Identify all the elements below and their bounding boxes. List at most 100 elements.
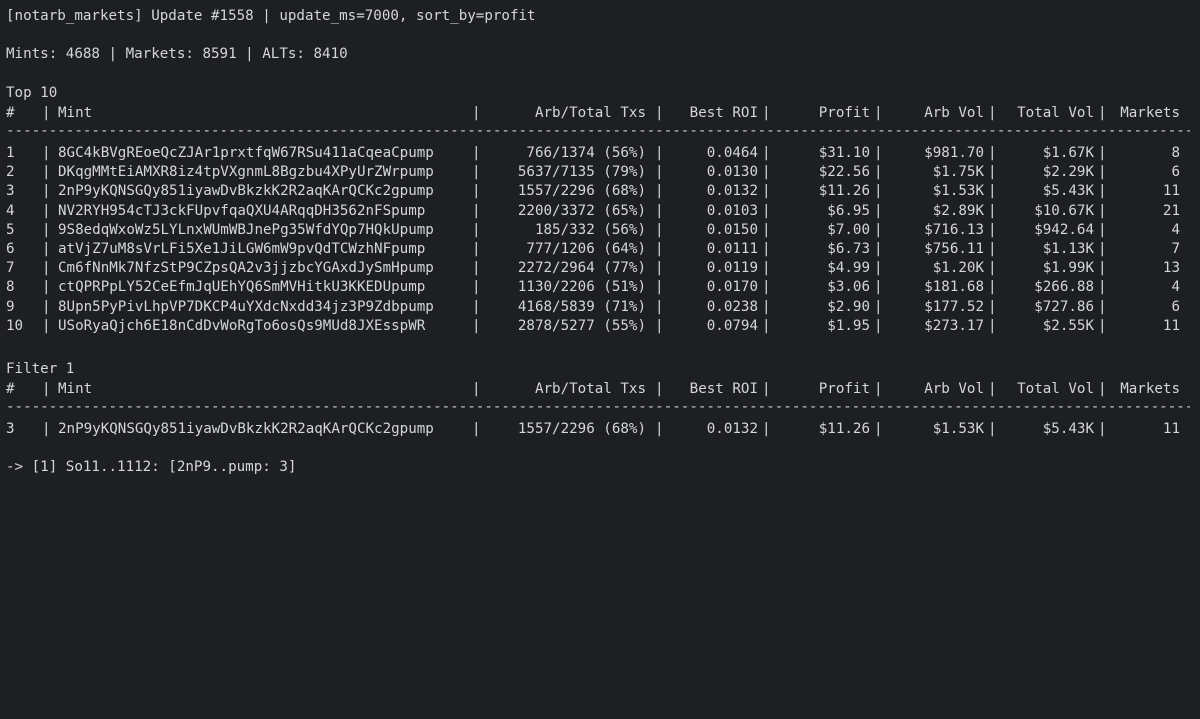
col-profit-header: Profit <box>818 105 870 121</box>
cell-arb-txs: 185/332 (56%) <box>534 221 646 238</box>
cell-mint: ctQPRPpLY52CeEfmJqUEhYQ6SmMVHitkU3KKEDUp… <box>58 279 426 296</box>
col-markets-header: Markets <box>1120 381 1180 397</box>
cell-rank: 8 <box>6 279 15 296</box>
col-divider: | <box>762 145 771 161</box>
cell-rank: 3 <box>6 183 15 200</box>
cell-mint: 2nP9yKQNSGQy851iyawDvBkzkK2R2aqKArQCKc2g… <box>58 183 434 200</box>
col-divider: | <box>472 202 481 219</box>
cell-profit: $1.95 <box>827 317 870 334</box>
col-divider: | <box>472 105 481 121</box>
col-divider: | <box>472 421 481 437</box>
cell-arb-vol: $177.52 <box>924 298 984 315</box>
col-divider: | <box>762 317 771 334</box>
cell-rank: 7 <box>6 260 15 277</box>
col-arb-txs-header: Arb/Total Txs <box>534 105 646 121</box>
cell-profit: $2.90 <box>827 298 870 315</box>
col-divider: | <box>988 298 997 315</box>
col-divider: | <box>1098 145 1107 161</box>
cell-mint: 8GC4kBVgREoeQcZJAr1prxtfqW67RSu411aCqeaC… <box>58 145 434 161</box>
col-divider: | <box>1098 381 1107 397</box>
table-row: 3 | 2nP9yKQNSGQy851iyawDvBkzkK2R2aqKArQCKc… <box>0 181 1200 201</box>
cell-markets: 8 <box>1171 145 1180 161</box>
col-divider: | <box>655 298 664 315</box>
cell-total-vol: $2.29K <box>1042 164 1094 181</box>
cell-arb-vol: $756.11 <box>924 241 984 257</box>
filter1-title: Filter 1 <box>6 361 75 377</box>
col-divider: | <box>988 105 997 121</box>
col-divider: | <box>655 145 664 161</box>
cell-profit: $22.56 <box>818 164 870 181</box>
cell-total-vol: $5.43K <box>1042 183 1094 200</box>
cell-best-roi: 0.0103 <box>706 202 758 219</box>
col-divider: | <box>472 164 481 181</box>
cell-markets: 13 <box>1162 260 1180 277</box>
col-divider: | <box>762 260 771 277</box>
cell-rank: 2 <box>6 164 15 181</box>
cell-total-vol: $5.43K <box>1042 421 1094 437</box>
separator-line: ----------------------------------------… <box>6 123 1190 139</box>
cell-markets: 7 <box>1171 241 1180 257</box>
cell-best-roi: 0.0150 <box>706 221 758 238</box>
cell-markets: 11 <box>1162 183 1180 200</box>
col-divider: | <box>988 221 997 238</box>
col-divider: | <box>42 164 51 181</box>
col-best-roi-header: Best ROI <box>689 381 758 397</box>
col-divider: | <box>988 317 997 334</box>
cell-markets: 4 <box>1171 221 1180 238</box>
top10-header-row: # | Mint | Arb/Total Txs | Best ROI | Pr… <box>0 103 1200 123</box>
cell-markets: 6 <box>1171 164 1180 181</box>
cell-arb-txs: 2200/3372 (65%) <box>517 202 646 219</box>
col-divider: | <box>655 164 664 181</box>
col-divider: | <box>1098 221 1107 238</box>
col-divider: | <box>988 421 997 437</box>
table-row: 9 | 8Upn5PyPivLhpVP7DKCP4uYXdcNxdd34jz3P9Z… <box>0 297 1200 317</box>
cell-profit: $11.26 <box>818 183 870 200</box>
col-divider: | <box>655 279 664 296</box>
col-divider: | <box>655 421 664 437</box>
table-row: 5 | 9S8edqWxoWz5LYLnxWUmWBJnePg35WfdYQp7HQ… <box>0 220 1200 240</box>
col-divider: | <box>42 105 51 121</box>
col-divider: | <box>472 381 481 397</box>
col-divider: | <box>874 221 883 238</box>
cell-arb-vol: $1.53K <box>932 183 984 200</box>
col-divider: | <box>762 183 771 200</box>
col-divider: | <box>874 241 883 257</box>
col-divider: | <box>762 241 771 257</box>
cell-arb-txs: 1557/2296 (68%) <box>517 183 646 200</box>
cell-mint: 8Upn5PyPivLhpVP7DKCP4uYXdcNxdd34jz3P9Zdb… <box>58 298 434 315</box>
cell-total-vol: $2.55K <box>1042 317 1094 334</box>
cell-arb-vol: $981.70 <box>924 145 984 161</box>
cell-arb-txs: 5637/7135 (79%) <box>517 164 646 181</box>
col-arb-vol-header: Arb Vol <box>924 381 984 397</box>
col-mint-header: Mint <box>58 105 93 121</box>
col-divider: | <box>1098 421 1107 437</box>
cell-total-vol: $942.64 <box>1034 221 1094 238</box>
col-divider: | <box>655 221 664 238</box>
col-divider: | <box>655 317 664 334</box>
col-divider: | <box>1098 183 1107 200</box>
col-divider: | <box>42 298 51 315</box>
cell-best-roi: 0.0132 <box>706 183 758 200</box>
col-divider: | <box>655 202 664 219</box>
col-divider: | <box>1098 241 1107 257</box>
cell-mint: DKqgMMtEiAMXR8iz4tpVXgnmL8Bgzbu4XPyUrZWr… <box>58 164 434 181</box>
table-row: 6 | atVjZ7uM8sVrLFi5Xe1JiLGW6mW9pvQdTCWzhN… <box>0 239 1200 259</box>
cell-total-vol: $1.13K <box>1042 241 1094 257</box>
filter1-header-row: # | Mint | Arb/Total Txs | Best ROI | Pr… <box>0 379 1200 399</box>
col-arb-txs-header: Arb/Total Txs <box>534 381 646 397</box>
cell-mint: USoRyaQjch6E18nCdDvWoRgTo6osQs9MUd8JXEss… <box>58 317 426 334</box>
cell-profit: $7.00 <box>827 221 870 238</box>
cell-mint: atVjZ7uM8sVrLFi5Xe1JiLGW6mW9pvQdTCWzhNFp… <box>58 241 426 257</box>
col-total-vol-header: Total Vol <box>1017 381 1094 397</box>
col-divider: | <box>874 381 883 397</box>
col-divider: | <box>874 298 883 315</box>
cell-profit: $3.06 <box>827 279 870 296</box>
col-mint-header: Mint <box>58 381 93 397</box>
cell-total-vol: $266.88 <box>1034 279 1094 296</box>
cell-rank: 3 <box>6 421 15 437</box>
cell-best-roi: 0.0132 <box>706 421 758 437</box>
cell-arb-vol: $1.75K <box>932 164 984 181</box>
col-divider: | <box>762 202 771 219</box>
col-divider: | <box>988 260 997 277</box>
cell-arb-txs: 2878/5277 (55%) <box>517 317 646 334</box>
